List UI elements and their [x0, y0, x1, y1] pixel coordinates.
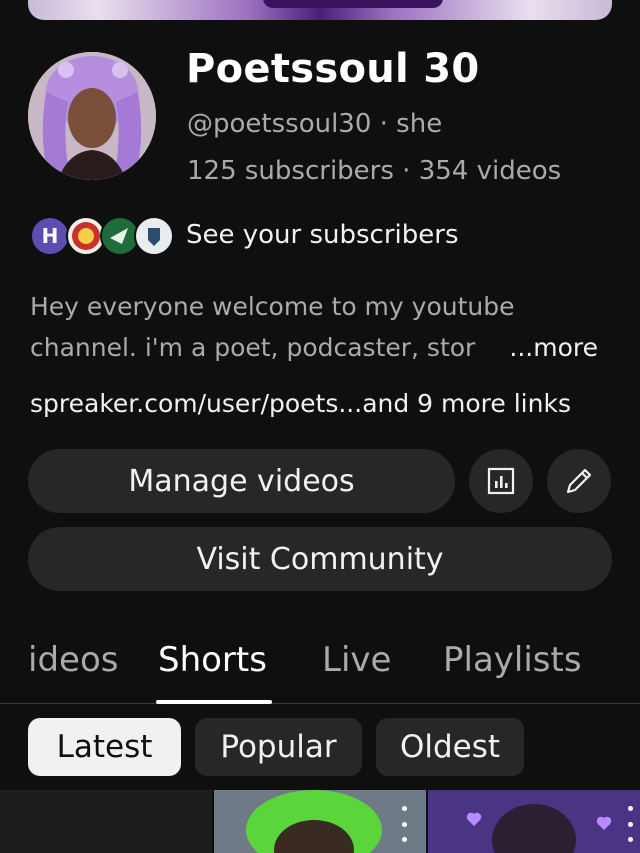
subscriber-avatar-h: H: [30, 216, 70, 256]
subscriber-avatar: [134, 216, 174, 256]
shorts-grid: [0, 790, 640, 853]
manage-videos-button[interactable]: Manage videos: [28, 449, 455, 513]
chip-popular[interactable]: Popular: [195, 718, 362, 776]
edit-channel-button[interactable]: [547, 449, 611, 513]
channel-name: Poetssoul 30: [186, 46, 480, 92]
more-links[interactable]: and 9 more links: [362, 389, 571, 418]
see-subscribers-label: See your subscribers: [186, 220, 459, 250]
tab-playlists[interactable]: Playlists: [443, 640, 582, 680]
pencil-icon: [566, 468, 592, 494]
chip-oldest[interactable]: Oldest: [376, 718, 524, 776]
analytics-button[interactable]: [469, 449, 533, 513]
more-options-icon[interactable]: [626, 806, 634, 842]
short-thumbnail[interactable]: [0, 790, 212, 853]
thumbnail-image: [214, 790, 426, 853]
avatar-image: [28, 52, 156, 180]
tab-live[interactable]: Live: [322, 640, 391, 680]
thumbnail-image: [428, 790, 640, 853]
tab-shorts[interactable]: Shorts: [158, 640, 267, 680]
more-options-icon[interactable]: [400, 806, 408, 842]
bar-chart-icon: [487, 467, 515, 495]
tab-videos[interactable]: ideos: [28, 640, 118, 680]
channel-links[interactable]: spreaker.com/user/poets...and 9 more lin…: [30, 389, 571, 418]
channel-banner: [28, 0, 612, 20]
see-subscribers-row[interactable]: H See your subscribers: [30, 216, 590, 258]
description-line-2: channel. i'm a poet, podcaster, stor: [30, 333, 476, 362]
banner-emblem: [263, 0, 443, 8]
primary-link[interactable]: spreaker.com/user/poets...: [30, 389, 362, 418]
short-thumbnail[interactable]: [214, 790, 426, 853]
arrow-logo-icon: [110, 228, 128, 244]
chip-latest[interactable]: Latest: [28, 718, 181, 776]
channel-stats: 125 subscribers · 354 videos: [187, 156, 562, 186]
crest-logo-icon: [148, 228, 160, 246]
active-tab-indicator: [156, 700, 272, 704]
channel-tabs: ideos Shorts Live Playlists: [0, 628, 640, 704]
visit-community-button[interactable]: Visit Community: [28, 527, 612, 591]
short-thumbnail[interactable]: [428, 790, 640, 853]
description-line-1: Hey everyone welcome to my youtube: [30, 292, 515, 321]
badge-logo-icon: [72, 222, 100, 250]
channel-description[interactable]: Hey everyone welcome to my youtube chann…: [30, 286, 610, 368]
more-link[interactable]: ...more: [489, 327, 598, 368]
channel-handle: @poetssoul30 · she: [187, 109, 443, 139]
channel-avatar[interactable]: [28, 52, 156, 180]
